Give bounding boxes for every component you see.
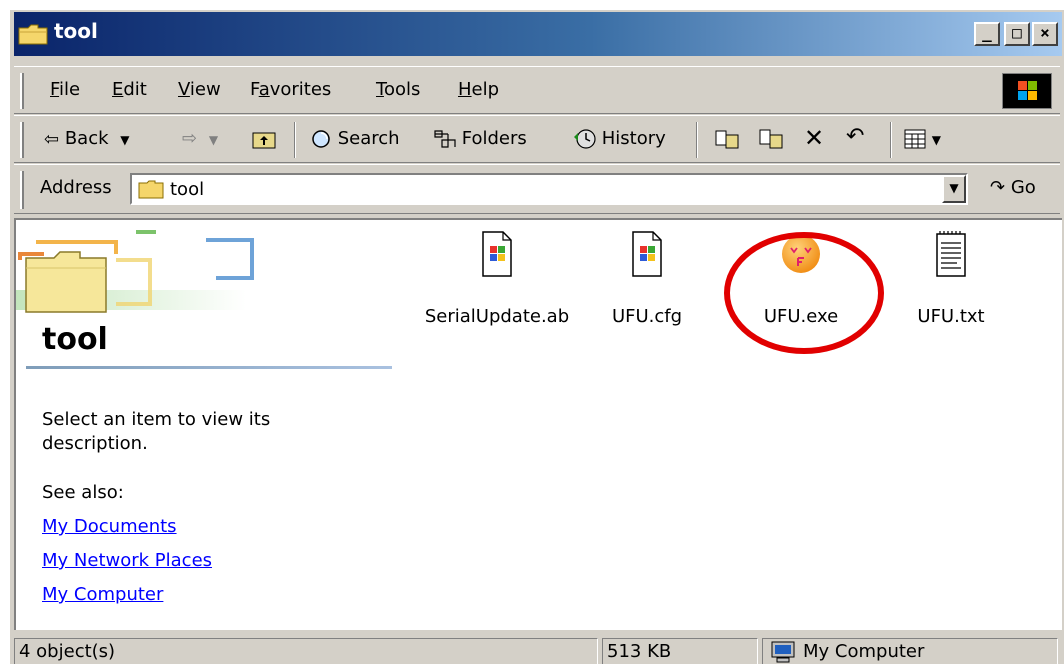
- folder-banner-graphic: [16, 230, 254, 313]
- search-label: Search: [337, 128, 400, 149]
- views-grid-icon: [904, 129, 926, 149]
- undo-icon: ↶: [846, 124, 865, 149]
- folder-icon: [18, 24, 48, 45]
- move-to-button[interactable]: [714, 128, 740, 150]
- forward-dropdown-icon[interactable]: ▼: [209, 133, 218, 147]
- menu-edit[interactable]: Edit: [112, 79, 147, 100]
- copy-to-icon: [759, 129, 783, 149]
- search-button[interactable]: Search: [310, 128, 400, 150]
- toolbar-separator: [294, 122, 296, 158]
- status-bar: 4 object(s) 513 KB My Computer: [14, 636, 1062, 664]
- menu-tools[interactable]: Tools: [376, 79, 420, 100]
- link-my-network-places[interactable]: My Network Places: [42, 550, 212, 571]
- go-label: Go: [1010, 177, 1036, 198]
- delete-button[interactable]: ✕: [804, 124, 824, 152]
- menu-bar: File Edit View Favorites Tools Help: [14, 66, 1060, 114]
- windows-file-icon: [482, 231, 512, 277]
- address-bar: Address tool ▼ ↷ Go: [14, 164, 1060, 214]
- file-name: UFU.cfg: [611, 306, 683, 327]
- link-my-documents[interactable]: My Documents: [42, 516, 177, 537]
- my-computer-icon: [771, 641, 795, 663]
- link-my-computer[interactable]: My Computer: [42, 584, 163, 605]
- web-view-pane: tool Select an item to view its descript…: [16, 220, 396, 630]
- highlight-circle: [724, 232, 884, 354]
- history-button[interactable]: History: [572, 128, 666, 150]
- status-size: 513 KB: [602, 638, 758, 664]
- minimize-button[interactable]: _: [974, 22, 1000, 46]
- folders-icon: [434, 130, 456, 148]
- up-folder-icon: [252, 132, 276, 149]
- status-zone-label: My Computer: [803, 641, 925, 662]
- file-name: SerialUpdate.ab: [424, 306, 570, 327]
- file-item[interactable]: UFU.txt: [876, 230, 1026, 327]
- explorer-window: tool _ □ × File Edit View Favorites Tool…: [8, 8, 1064, 664]
- views-button[interactable]: ▼: [904, 128, 941, 149]
- maximize-button[interactable]: □: [1004, 22, 1030, 46]
- title-bar[interactable]: tool _ □ ×: [14, 12, 1062, 56]
- menu-view[interactable]: View: [178, 79, 221, 100]
- history-icon: [574, 129, 596, 149]
- windows-file-icon: [632, 231, 662, 277]
- file-item[interactable]: UFU.cfg: [572, 230, 722, 327]
- views-dropdown-icon[interactable]: ▼: [932, 133, 941, 147]
- folder-title: tool: [42, 322, 108, 357]
- address-value: tool: [170, 179, 205, 200]
- move-to-icon: [715, 130, 739, 149]
- see-also-label: See also:: [42, 482, 124, 503]
- copy-to-button[interactable]: [758, 128, 784, 150]
- address-dropdown-button[interactable]: ▼: [942, 175, 966, 203]
- standard-toolbar: ⇦ Back ▼ ⇨ ▼ Search Folders History ✕ ↶ …: [14, 115, 1060, 163]
- go-button[interactable]: ↷ Go: [990, 177, 1036, 198]
- history-label: History: [601, 128, 666, 149]
- windows-throbber: [1002, 73, 1052, 109]
- menu-grip[interactable]: [20, 73, 24, 109]
- go-arrow-icon: ↷: [990, 177, 1006, 198]
- back-label: Back: [64, 128, 109, 149]
- status-objects: 4 object(s): [14, 638, 598, 664]
- back-dropdown-icon[interactable]: ▼: [120, 133, 129, 147]
- address-input[interactable]: tool ▼: [130, 173, 968, 205]
- notepad-text-icon: [936, 231, 966, 277]
- menu-help[interactable]: Help: [458, 79, 499, 100]
- toolbar-separator: [890, 122, 892, 158]
- status-zone: My Computer: [762, 638, 1058, 664]
- address-grip[interactable]: [20, 171, 24, 209]
- close-button[interactable]: ×: [1032, 22, 1058, 46]
- toolbar-grip[interactable]: [20, 122, 24, 158]
- forward-arrow-icon: ⇨: [182, 128, 198, 149]
- toolbar-separator: [696, 122, 698, 158]
- folders-button[interactable]: Folders: [434, 128, 527, 149]
- address-label: Address: [40, 177, 112, 198]
- search-icon: [312, 130, 330, 148]
- back-button[interactable]: ⇦ Back ▼: [44, 128, 130, 150]
- file-item[interactable]: SerialUpdate.ab: [422, 230, 572, 327]
- folder-view: tool Select an item to view its descript…: [14, 218, 1062, 630]
- menu-file[interactable]: File: [50, 79, 80, 100]
- menu-favorites[interactable]: Favorites: [250, 79, 331, 100]
- back-arrow-icon: ⇦: [44, 128, 60, 150]
- folder-icon: [138, 180, 164, 199]
- delete-x-icon: ✕: [804, 124, 825, 152]
- windows-flag-icon: [1018, 81, 1038, 101]
- title-divider: [26, 366, 392, 369]
- window-title: tool: [54, 19, 98, 43]
- forward-button[interactable]: ⇨ ▼: [182, 128, 218, 149]
- file-name: UFU.txt: [917, 306, 985, 327]
- undo-button[interactable]: ↶: [846, 124, 864, 149]
- up-folder-button[interactable]: [252, 128, 276, 149]
- folders-label: Folders: [461, 128, 527, 149]
- selection-description: Select an item to view its description.: [42, 409, 271, 454]
